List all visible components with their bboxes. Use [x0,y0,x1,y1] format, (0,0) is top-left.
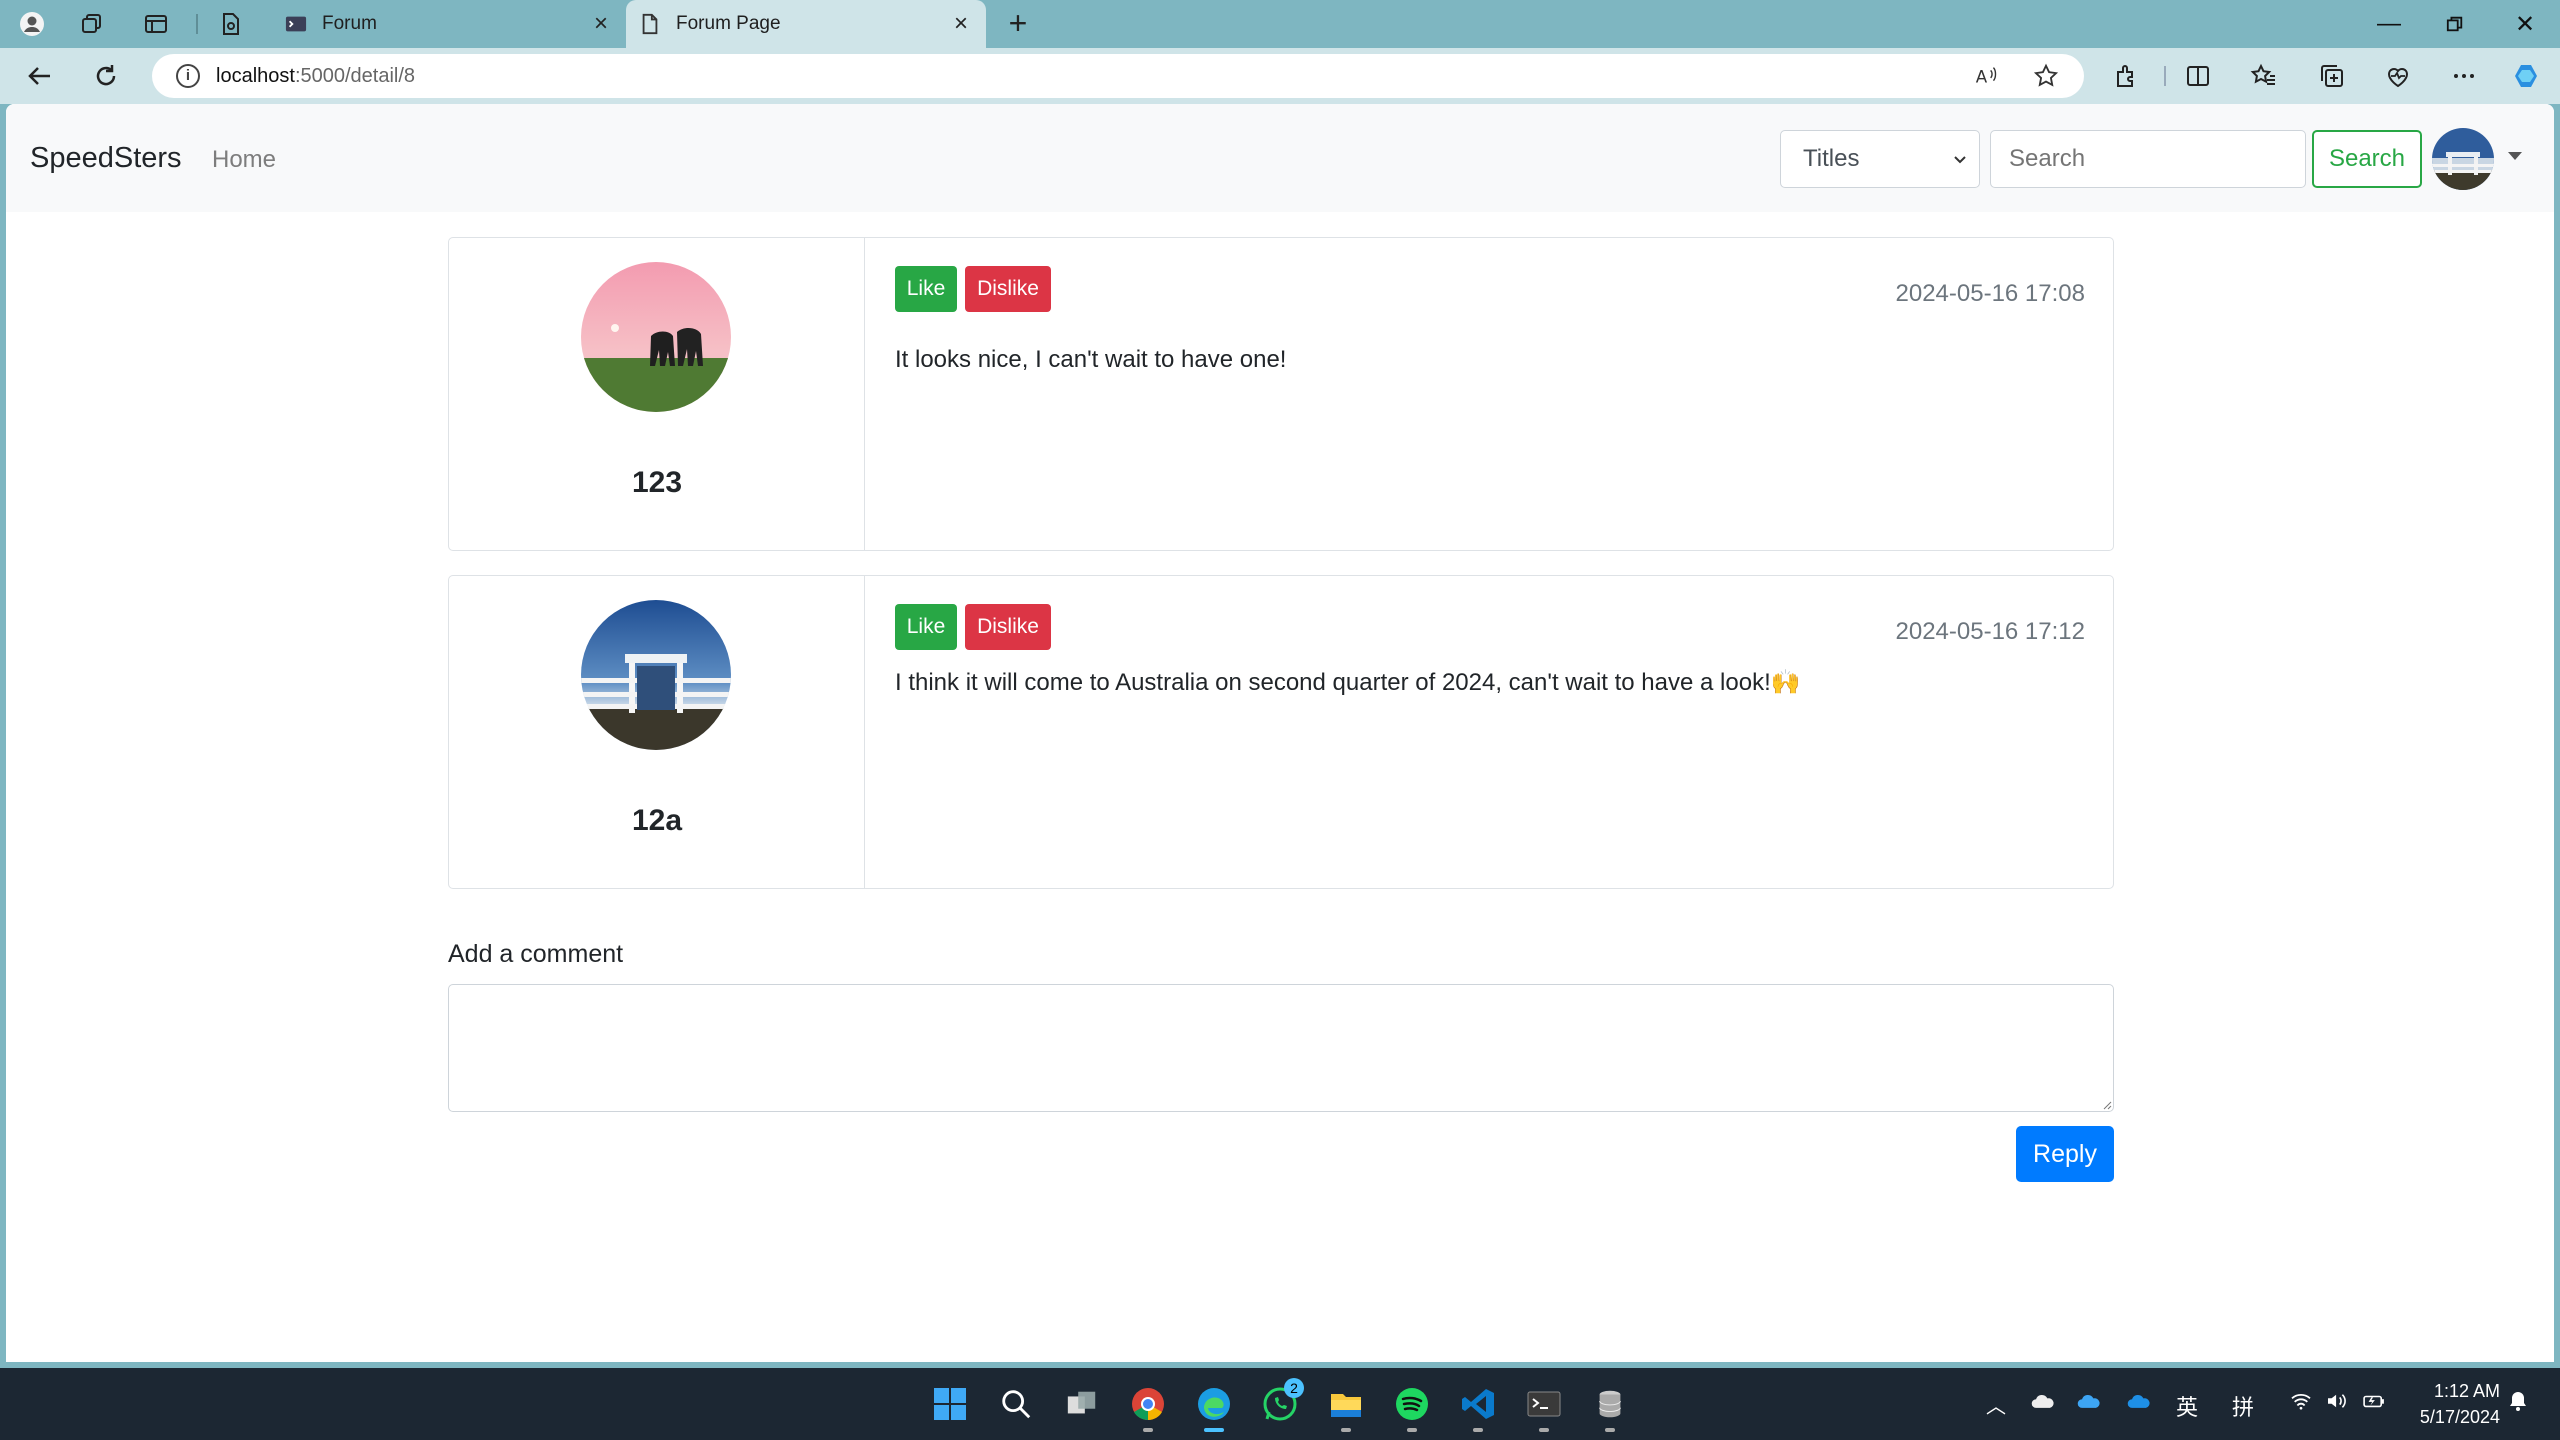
read-aloud-icon[interactable]: A [1972,62,2000,90]
search-input[interactable] [1990,130,2306,188]
terminal-icon[interactable] [1520,1380,1568,1432]
site-info-icon[interactable]: i [176,64,200,88]
search-filter-select[interactable]: Titles [1780,130,1980,188]
chevron-down-icon [1954,156,1966,164]
clock-date: 5/17/2024 [2419,1407,2500,1427]
show-hidden-icons[interactable]: ︿ [1986,1390,2006,1419]
system-clock[interactable]: 1:12 AM 5/17/2024 [2420,1378,2500,1430]
like-button[interactable]: Like [895,266,957,312]
volume-icon[interactable] [2326,1390,2348,1416]
refresh-icon[interactable] [86,58,126,94]
comment-text: It looks nice, I can't wait to have one! [895,346,1287,373]
ime-label[interactable]: 拼 [2232,1390,2254,1422]
extensions-icon[interactable] [2110,60,2142,92]
tab-title: Forum [322,13,377,34]
reply-button[interactable]: Reply [2016,1126,2114,1182]
tab-forum[interactable]: Forum × [272,0,626,48]
dislike-button[interactable]: Dislike [965,604,1051,650]
onedrive-sync-icon[interactable] [2076,1390,2102,1416]
like-button[interactable]: Like [895,604,957,650]
comment-date: 2024-05-16 17:08 [1895,280,2086,307]
author-username[interactable]: 123 [449,466,865,500]
whatsapp-badge: 2 [1284,1378,1304,1398]
add-comment-label: Add a comment [448,940,624,968]
dislike-button[interactable]: Dislike [965,266,1051,312]
tab-forum-page[interactable]: Forum Page × [626,0,986,48]
resize-grip-icon[interactable] [2102,1100,2112,1110]
wifi-icon[interactable] [2290,1390,2312,1416]
search-button[interactable]: Search [2312,130,2422,188]
url-host: localhost [216,64,295,87]
terminal-favicon-icon [284,12,308,36]
profile-icon[interactable] [16,8,48,40]
page-viewport: SpeedSters Home Titles Search Search 123… [6,104,2554,1362]
comment-date: 2024-05-16 17:12 [1895,618,2086,645]
comment-card: 123 Like Dislike 2024-05-16 17:08 It loo… [448,237,2114,551]
onedrive-icon[interactable] [2030,1390,2056,1416]
tab-actions-icon[interactable] [140,8,172,40]
notification-bell-icon[interactable] [2508,1390,2528,1418]
user-menu-caret-icon[interactable] [2508,152,2522,160]
onedrive-business-icon[interactable] [2126,1390,2152,1416]
svg-text:A: A [1976,67,1988,87]
clock-time: 1:12 AM [2433,1381,2500,1401]
windows-taskbar: 2 ︿ 英 拼 1:12 AM 5/17/2024 [0,1368,2560,1440]
author-avatar [581,262,731,412]
vscode-icon[interactable] [1454,1380,1502,1432]
comment-textarea[interactable] [448,984,2114,1112]
search-filter-value: Titles [1803,145,1860,172]
nav-home-link[interactable]: Home [212,146,276,174]
close-window-icon[interactable]: ✕ [2490,0,2560,48]
database-icon[interactable] [1586,1380,1634,1432]
comment-author-panel: 123 [449,238,865,550]
user-avatar[interactable] [2432,128,2494,190]
page-favicon-icon [638,12,662,36]
author-username[interactable]: 12a [449,804,865,838]
search-icon[interactable] [992,1380,1040,1428]
split-screen-icon[interactable] [2182,60,2214,92]
address-bar[interactable]: i localhost:5000/detail/8 A [152,54,2084,98]
whatsapp-icon[interactable]: 2 [1256,1378,1304,1428]
chrome-icon[interactable] [1124,1380,1172,1432]
minimize-icon[interactable]: — [2354,0,2424,48]
browser-essentials-icon[interactable] [2382,60,2414,92]
collections-icon[interactable] [2316,60,2348,92]
comment-author-panel: 12a [449,576,865,888]
battery-icon[interactable] [2362,1390,2386,1416]
site-brand[interactable]: SpeedSters [30,142,182,175]
spotify-icon[interactable] [1388,1380,1436,1432]
browser-toolbar: i localhost:5000/detail/8 A [0,48,2560,104]
url-path: :5000/detail/8 [294,64,416,87]
copilot-icon[interactable] [2510,60,2542,92]
close-tab-icon[interactable]: × [586,9,616,39]
favorites-icon[interactable] [2248,60,2280,92]
tab-title: Forum Page [676,13,781,34]
start-icon[interactable] [926,1380,974,1428]
workspaces-icon[interactable] [76,8,108,40]
author-avatar [581,600,731,750]
back-icon[interactable] [20,58,60,94]
page-tool-icon[interactable] [214,8,246,40]
comment-card: 12a Like Dislike 2024-05-16 17:12 I thin… [448,575,2114,889]
new-tab-button[interactable]: + [1000,7,1036,40]
input-mode-label[interactable]: 英 [2176,1390,2198,1422]
file-explorer-icon[interactable] [1322,1380,1370,1432]
browser-titlebar: Forum × Forum Page × + — ✕ [0,0,2560,48]
site-navbar: SpeedSters Home Titles Search [6,104,2554,212]
close-tab-icon[interactable]: × [946,9,976,39]
comment-text: I think it will come to Australia on sec… [895,669,1801,696]
more-options-icon[interactable] [2448,60,2480,92]
edge-icon[interactable] [1190,1380,1238,1432]
restore-icon[interactable] [2420,0,2490,48]
favorite-star-icon[interactable] [2032,62,2060,90]
task-view-icon[interactable] [1058,1380,1106,1428]
